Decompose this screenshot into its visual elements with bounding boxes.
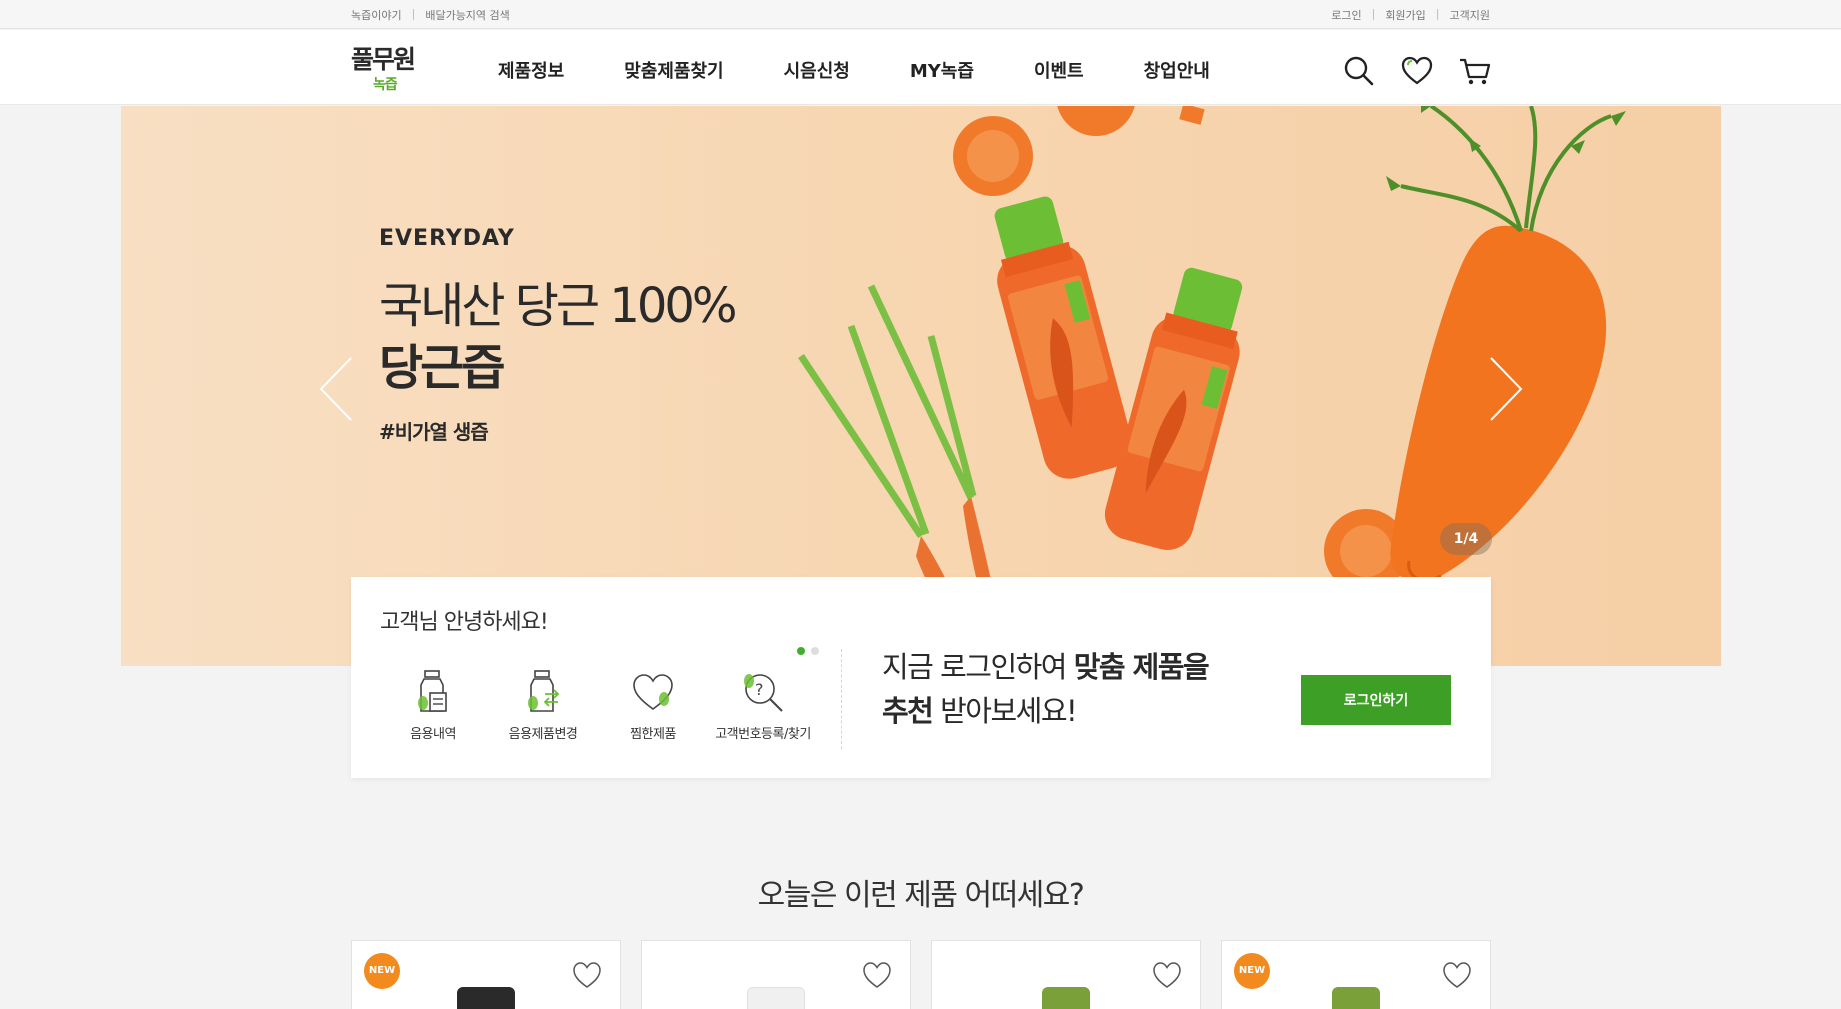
hero-eyebrow: EVERYDAY [379,226,515,251]
product-card[interactable]: NEW [351,940,621,1009]
wishlist-heart-icon[interactable] [1442,961,1472,989]
product-card[interactable]: NEW [1221,940,1491,1009]
product-image [1042,987,1090,1009]
cta-text-bold: 맞춤 제품을 [1073,650,1210,684]
search-icon[interactable] [1342,54,1376,88]
next-arrow-icon[interactable] [1485,354,1525,424]
svg-text:?: ? [755,680,764,699]
divider [841,649,842,749]
quick-link-customer-number[interactable]: ? 고객번호등록/찾기 [708,669,818,742]
util-link-delivery-search[interactable]: 배달가능지역 검색 [425,7,509,23]
nav-item-event[interactable]: 이벤트 [1034,57,1084,83]
utility-bar: 녹즙이야기 | 배달가능지역 검색 로그인 | 회원가입 | 고객지원 [0,0,1841,29]
util-link-login[interactable]: 로그인 [1331,7,1361,23]
quick-link-drink-history[interactable]: 음용내역 [378,669,488,742]
quick-link-label: 고객번호등록/찾기 [715,727,811,742]
quick-link-label: 찜한제품 [630,727,676,742]
product-card[interactable] [931,940,1201,1009]
heart-outline-icon [630,669,676,715]
login-card: 고객님 안녕하세요! 음용내역 음용제품변경 찜한제품 ? 고객번호등록/찾기 … [351,577,1491,778]
heart-icon[interactable] [1400,54,1434,88]
hero-tag: #비가열 생즙 [379,420,489,444]
bottle-swap-icon [520,669,566,715]
wishlist-heart-icon[interactable] [572,961,602,989]
quick-link-label: 음용제품변경 [508,727,578,742]
login-cta-text: 지금 로그인하여 맞춤 제품을 추천 받아보세요! [882,645,1210,733]
slide-counter: 1/4 [1440,523,1492,555]
prev-arrow-icon[interactable] [317,354,357,424]
hero-product-name: 당근즙 [379,340,505,396]
wishlist-heart-icon[interactable] [862,961,892,989]
nav-item-tasting[interactable]: 시음신청 [784,57,850,83]
wishlist-heart-icon[interactable] [1152,961,1182,989]
brand-logo[interactable]: 풀무원 녹즙 [351,46,421,94]
divider: | [1435,7,1440,20]
nav-item-custom-products[interactable]: 맞춤제품찾기 [624,57,723,83]
product-image [1332,987,1380,1009]
cta-text-part: 받아보세요! [932,694,1078,728]
nav-item-products[interactable]: 제품정보 [498,57,564,83]
nav-item-franchise[interactable]: 창업안내 [1144,57,1210,83]
quick-links: 음용내역 음용제품변경 찜한제품 ? 고객번호등록/찾기 [378,669,818,742]
product-list: NEW NEW [351,940,1491,1009]
login-button[interactable]: 로그인하기 [1301,675,1451,725]
main-nav: 제품정보 맞춤제품찾기 시음신청 MY녹즙 이벤트 창업안내 [498,57,1270,83]
quick-link-label: 음용내역 [410,727,456,742]
search-question-icon: ? [740,669,786,715]
card-pagination [797,647,819,655]
cta-text-part: 지금 로그인하여 [882,650,1074,684]
divider: | [411,7,416,20]
greeting-text: 고객님 안녕하세요! [380,610,549,635]
product-card[interactable] [641,940,911,1009]
product-image [457,987,515,1009]
pagination-dot-active[interactable] [797,647,805,655]
new-badge: NEW [364,953,400,989]
util-link-support[interactable]: 고객지원 [1450,7,1490,23]
divider: | [1371,7,1376,20]
section-title: 오늘은 이런 제품 어떠세요? [757,878,1085,913]
bottle-list-icon [410,669,456,715]
cart-icon[interactable] [1458,54,1492,88]
product-image [747,987,805,1009]
main-header: 풀무원 녹즙 제품정보 맞춤제품찾기 시음신청 MY녹즙 이벤트 창업안내 [0,30,1841,105]
logo-sub: 녹즙 [373,77,398,93]
util-link-story[interactable]: 녹즙이야기 [351,7,402,23]
util-link-signup[interactable]: 회원가입 [1385,7,1425,23]
logo-main: 풀무원 [351,45,416,74]
new-badge: NEW [1234,953,1270,989]
cta-text-bold: 추천 [882,694,934,728]
quick-link-change-product[interactable]: 음용제품변경 [488,669,598,742]
nav-item-my[interactable]: MY녹즙 [910,57,974,83]
pagination-dot[interactable] [811,647,819,655]
quick-link-wishlist[interactable]: 찜한제품 [598,669,708,742]
hero-title: 국내산 당근 100% [379,278,738,334]
